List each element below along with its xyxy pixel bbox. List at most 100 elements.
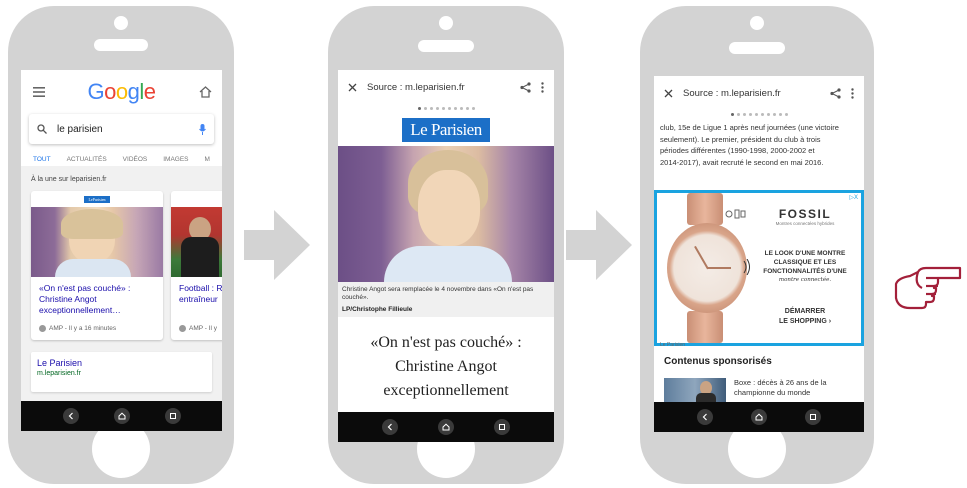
google-logo: Google [87, 79, 156, 105]
recent-apps-button[interactable] [494, 419, 510, 435]
search-bar[interactable]: le parisien [29, 114, 214, 144]
pointing-hand-icon [894, 266, 962, 310]
headline-line: «On n'est pas couché» : [370, 334, 522, 351]
headline-line: Christine Angot [395, 358, 497, 375]
android-nav-bar [654, 402, 864, 432]
ad-copy-line: FONCTIONNALITÉS D'UNE [763, 268, 847, 275]
camera-dot [750, 16, 764, 30]
result-url: m.leparisien.fr [37, 370, 81, 377]
story-meta: AMP - Il y a 16 minutes [31, 325, 163, 340]
mic-icon[interactable] [199, 123, 206, 135]
speaker-grille [729, 42, 785, 54]
home-icon[interactable] [199, 86, 212, 98]
ad-script-line: montre connectée. [778, 277, 832, 283]
story-card[interactable]: LeParisien Football : R de son prés entr… [171, 191, 222, 340]
publisher-logo: LeParisien [171, 191, 222, 207]
story-title[interactable]: Football : R de son prés entraîneur [171, 277, 222, 325]
adchoices-icon[interactable]: ▷X [849, 194, 858, 201]
more-icon[interactable] [851, 87, 854, 99]
article-line: seulement). Le premier, président du clu… [660, 134, 821, 144]
ad-subtitle: Montres connectées hybrides [775, 221, 835, 226]
share-icon[interactable] [830, 87, 841, 99]
sponsored-title: Contenus sponsorisés [664, 356, 772, 367]
google-logo-letter: e [143, 79, 156, 104]
story-title[interactable]: «On n'est pas couché» : Christine Angot … [31, 277, 163, 325]
story-meta-text: AMP - Il y [189, 325, 218, 332]
page-indicator [338, 104, 554, 112]
home-icon [755, 413, 763, 421]
amp-viewer-header: Source : m.leparisien.fr [654, 76, 864, 110]
article-body: club, 15e de Ligue 1 après neuf journées… [654, 118, 864, 168]
back-button[interactable] [697, 409, 713, 425]
back-icon [68, 412, 73, 420]
ad-cta-button[interactable]: DÉMARRER LE SHOPPING › [757, 307, 853, 327]
story-image [31, 207, 163, 277]
camera-dot [114, 16, 128, 30]
phone-frame-3: Source : m.leparisien.fr club, 15e de Li… [640, 6, 874, 484]
recent-apps-button[interactable] [164, 408, 181, 424]
phone-screen-3: Source : m.leparisien.fr club, 15e de Li… [654, 76, 864, 432]
home-nav-button[interactable] [438, 419, 454, 435]
android-nav-bar [21, 401, 222, 431]
more-icon[interactable] [541, 81, 544, 93]
ad-copy: LE LOOK D'UNE MONTRE CLASSIQUE ET LES FO… [753, 249, 857, 285]
headline-line: exceptionnellement [383, 382, 509, 399]
publisher-header: Le Parisien [338, 112, 554, 146]
arrow-right-icon [566, 210, 632, 280]
recent-apps-icon [499, 424, 505, 430]
back-icon [387, 423, 392, 431]
speaker-grille [94, 39, 148, 51]
le-parisien-logo[interactable]: Le Parisien [402, 118, 490, 142]
story-meta: AMP - Il y [171, 325, 222, 340]
camera-dot [439, 16, 453, 30]
home-icon [118, 412, 125, 420]
image-caption: Christine Angot sera remplacée le 4 nove… [338, 282, 554, 302]
search-result[interactable]: Le Parisien m.leparisien.fr [31, 352, 212, 392]
article-line: club, 15e de Ligue 1 après neuf journées… [660, 123, 839, 132]
home-icon [442, 423, 450, 431]
story-meta-text: AMP - Il y a 16 minutes [49, 325, 117, 332]
story-image [171, 207, 222, 277]
ad-cta-line: DÉMARRER [784, 308, 826, 315]
google-logo-letter: o [115, 79, 128, 104]
arrow-right-icon [244, 210, 310, 280]
close-icon[interactable] [664, 89, 673, 98]
back-icon [702, 413, 707, 421]
story-card[interactable]: LeParisien «On n'est pas couché» : Chris… [31, 191, 163, 340]
article-line: périodes différentes (1990-1998, 2000-20… [660, 146, 815, 155]
back-button[interactable] [382, 419, 398, 435]
result-title[interactable]: Le Parisien [37, 358, 206, 368]
article-line: 2014-2017), avait recruté le second en m… [660, 157, 824, 167]
google-logo-letter: G [87, 79, 105, 104]
close-icon[interactable] [348, 83, 357, 92]
article-headline: «On n'est pas couché» : Christine Angot … [338, 317, 554, 403]
fossil-ad-banner[interactable]: ▷X FOSSIL Montres connectées hybrides LE… [654, 190, 864, 346]
phone-frame-1: Google le parisien TOUT ACTUALITÉS VIDÉO… [8, 6, 234, 484]
google-logo-letter: o [104, 79, 116, 104]
google-header: Google [21, 70, 222, 114]
top-stories-carousel[interactable]: LeParisien «On n'est pas couché» : Chris… [21, 191, 222, 340]
sponsored-line[interactable]: Boxe : décès à 26 ans de la [734, 378, 827, 388]
illustration: Google le parisien TOUT ACTUALITÉS VIDÉO… [0, 0, 967, 488]
amp-icon [39, 325, 46, 332]
back-button[interactable] [62, 408, 79, 424]
share-icon[interactable] [520, 81, 531, 93]
speaker-grille [418, 40, 474, 52]
search-query[interactable]: le parisien [57, 124, 189, 135]
recent-apps-button[interactable] [805, 409, 821, 425]
phone-frame-2: Source : m.leparisien.fr Le Parisien Chr… [328, 6, 564, 484]
phone-screen-2: Source : m.leparisien.fr Le Parisien Chr… [338, 70, 554, 442]
ad-brand: FOSSIL [778, 207, 832, 221]
top-stories-title: À la une sur leparisien.fr [31, 176, 107, 183]
sponsored-line[interactable]: championne du monde [734, 388, 827, 398]
watch-icons-icon [725, 209, 746, 219]
home-nav-button[interactable] [751, 409, 767, 425]
menu-icon[interactable] [33, 87, 45, 97]
ad-cta-line: LE SHOPPING › [778, 318, 832, 325]
home-nav-button[interactable] [113, 408, 130, 424]
recent-apps-icon [169, 413, 176, 419]
recent-apps-icon [810, 414, 816, 420]
source-label: Source : m.leparisien.fr [683, 87, 781, 99]
photo-credit: LP/Christophe Fillieule [338, 302, 554, 317]
source-label: Source : m.leparisien.fr [367, 81, 465, 93]
